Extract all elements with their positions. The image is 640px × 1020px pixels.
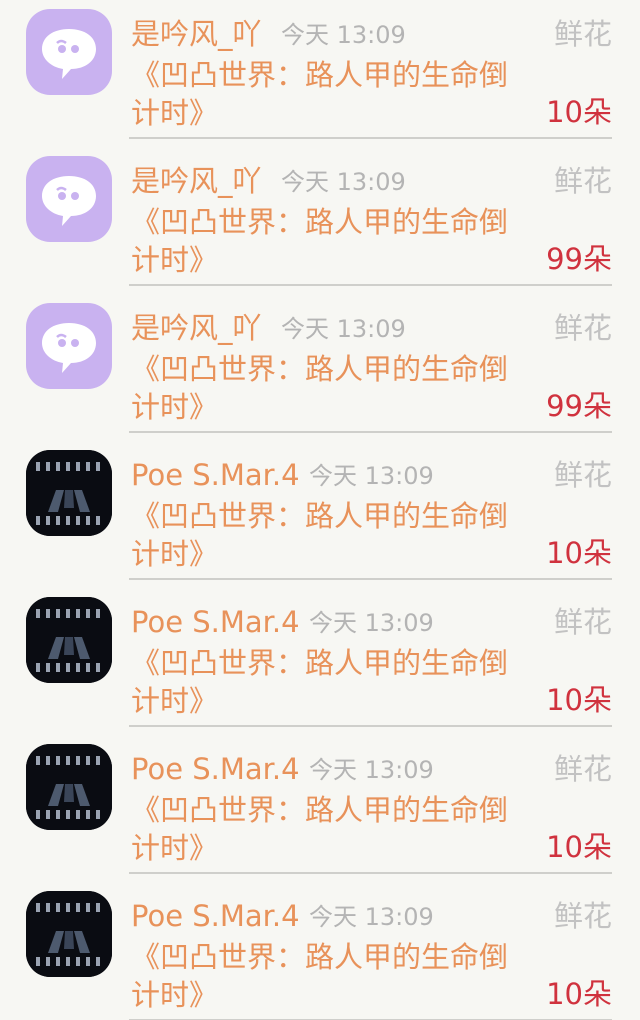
timestamp: 今天 13:09: [281, 21, 406, 49]
avatar[interactable]: [26, 744, 112, 830]
username[interactable]: Poe S.Mar.4: [131, 896, 300, 936]
book-title[interactable]: 《凹凸世界：路人甲的生命倒计时》: [131, 938, 531, 1014]
gift-count: 99朵: [546, 242, 612, 276]
avatar[interactable]: [26, 597, 112, 683]
timestamp: 今天 13:09: [281, 168, 406, 196]
timestamp: 今天 13:09: [309, 903, 434, 931]
avatar[interactable]: [26, 9, 112, 95]
gift-count: 10朵: [546, 95, 612, 129]
gift-count: 10朵: [546, 830, 612, 864]
timestamp: 今天 13:09: [309, 609, 434, 637]
book-title[interactable]: 《凹凸世界：路人甲的生命倒计时》: [131, 644, 531, 720]
gift-name: 鲜花: [553, 752, 612, 786]
gift-name: 鲜花: [553, 605, 612, 639]
chat-bubble-icon: [42, 323, 96, 373]
username[interactable]: Poe S.Mar.4: [131, 602, 300, 642]
gift-count: 10朵: [546, 536, 612, 570]
gift-count: 10朵: [546, 683, 612, 717]
username[interactable]: 是吟风_吖: [131, 308, 262, 348]
avatar[interactable]: [26, 156, 112, 242]
divider: [129, 284, 612, 286]
list-item[interactable]: Poe S.Mar.4 今天 13:09 鲜花 《凹凸世界：路人甲的生命倒计时》…: [0, 735, 640, 882]
avatar[interactable]: [26, 303, 112, 389]
gift-name: 鲜花: [553, 899, 612, 933]
divider: [129, 137, 612, 139]
gift-list: 是吟风_吖 今天 13:09 鲜花 《凹凸世界：路人甲的生命倒计时》 10朵 是…: [0, 0, 640, 1020]
gift-name: 鲜花: [553, 164, 612, 198]
gift-count: 99朵: [546, 389, 612, 423]
gift-name: 鲜花: [553, 311, 612, 345]
timestamp: 今天 13:09: [309, 756, 434, 784]
stage-photo-icon: [26, 744, 112, 830]
list-item[interactable]: Poe S.Mar.4 今天 13:09 鲜花 《凹凸世界：路人甲的生命倒计时》…: [0, 588, 640, 735]
divider: [129, 872, 612, 874]
list-item[interactable]: 是吟风_吖 今天 13:09 鲜花 《凹凸世界：路人甲的生命倒计时》 99朵: [0, 147, 640, 294]
divider: [129, 431, 612, 433]
chat-bubble-icon: [42, 176, 96, 226]
stage-photo-icon: [26, 450, 112, 536]
book-title[interactable]: 《凹凸世界：路人甲的生命倒计时》: [131, 497, 531, 573]
username[interactable]: Poe S.Mar.4: [131, 455, 300, 495]
divider: [129, 725, 612, 727]
gift-name: 鲜花: [553, 17, 612, 51]
timestamp: 今天 13:09: [281, 315, 406, 343]
gift-count: 10朵: [546, 977, 612, 1011]
book-title[interactable]: 《凹凸世界：路人甲的生命倒计时》: [131, 350, 531, 426]
list-item[interactable]: Poe S.Mar.4 今天 13:09 鲜花 《凹凸世界：路人甲的生命倒计时》…: [0, 441, 640, 588]
book-title[interactable]: 《凹凸世界：路人甲的生命倒计时》: [131, 203, 531, 279]
divider: [129, 578, 612, 580]
stage-photo-icon: [26, 597, 112, 683]
username[interactable]: 是吟风_吖: [131, 161, 262, 201]
chat-bubble-icon: [42, 29, 96, 79]
avatar[interactable]: [26, 450, 112, 536]
list-item[interactable]: 是吟风_吖 今天 13:09 鲜花 《凹凸世界：路人甲的生命倒计时》 10朵: [0, 0, 640, 147]
list-item[interactable]: Poe S.Mar.4 今天 13:09 鲜花 《凹凸世界：路人甲的生命倒计时》…: [0, 882, 640, 1020]
book-title[interactable]: 《凹凸世界：路人甲的生命倒计时》: [131, 791, 531, 867]
username[interactable]: 是吟风_吖: [131, 14, 262, 54]
stage-photo-icon: [26, 891, 112, 977]
username[interactable]: Poe S.Mar.4: [131, 749, 300, 789]
timestamp: 今天 13:09: [309, 462, 434, 490]
book-title[interactable]: 《凹凸世界：路人甲的生命倒计时》: [131, 56, 531, 132]
list-item[interactable]: 是吟风_吖 今天 13:09 鲜花 《凹凸世界：路人甲的生命倒计时》 99朵: [0, 294, 640, 441]
avatar[interactable]: [26, 891, 112, 977]
gift-name: 鲜花: [553, 458, 612, 492]
